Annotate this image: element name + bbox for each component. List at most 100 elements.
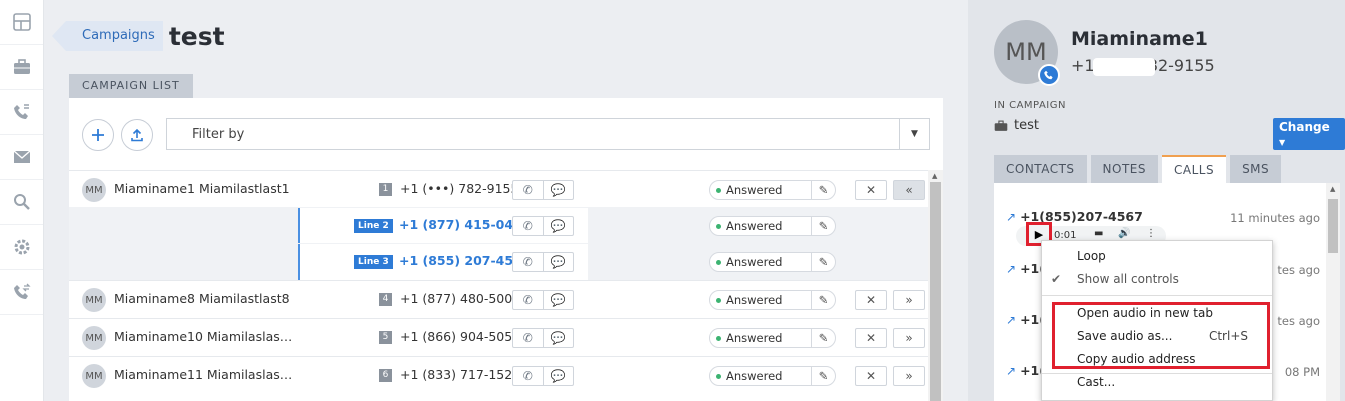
phone-number[interactable]: +1 (877) 415-0416 xyxy=(399,217,530,232)
highlight-box xyxy=(1052,302,1270,369)
double-chevron-right-icon: » xyxy=(905,331,913,345)
status-dot xyxy=(716,298,721,303)
settings-icon xyxy=(14,239,29,255)
tab-notes[interactable]: NOTES xyxy=(1090,155,1158,183)
upload-button[interactable] xyxy=(121,119,153,151)
line-count-badge: 6 xyxy=(379,369,392,382)
scroll-thumb[interactable] xyxy=(930,182,941,401)
row-actions: ✆ 💬 xyxy=(512,180,574,200)
phone-number[interactable]: +1 (877) 480-5002 xyxy=(400,291,520,306)
row-actions: ✆ 💬 xyxy=(512,328,574,348)
menu-divider xyxy=(1042,295,1272,296)
table-row[interactable]: MM Miaminame8 Miamilastlast8 4 +1 (877) … xyxy=(69,280,928,318)
scroll-up-icon[interactable]: ▲ xyxy=(932,172,937,180)
phone-number[interactable]: +1 (855) 207-4567 xyxy=(399,253,530,268)
call-time: 08 PM xyxy=(1284,365,1320,379)
expand-button[interactable]: » xyxy=(893,328,925,348)
more-options-icon[interactable]: ⋮ xyxy=(1146,228,1156,239)
tab-campaign-list[interactable]: CAMPAIGN LIST xyxy=(69,74,193,98)
scroll-up-icon[interactable]: ▲ xyxy=(1330,185,1335,193)
plus-icon xyxy=(92,129,104,141)
collapse-button[interactable]: « xyxy=(893,180,925,200)
call-item[interactable]: ↗ +1(855)207-4567 11 minutes ago xyxy=(1006,209,1326,225)
menu-item-show-all-controls[interactable]: ✔ Show all controls xyxy=(1042,268,1272,290)
remove-button[interactable]: ✕ xyxy=(855,366,887,386)
sms-icon[interactable]: 💬 xyxy=(542,291,574,309)
search-icon xyxy=(13,194,30,210)
status-badge: Answered ✎ xyxy=(709,328,836,348)
remove-button[interactable]: ✕ xyxy=(855,290,887,310)
remove-button[interactable]: ✕ xyxy=(855,328,887,348)
nav-calls[interactable] xyxy=(0,90,43,135)
outgoing-call-icon: ↗ xyxy=(1006,262,1017,276)
nav-dashboard[interactable] xyxy=(0,0,43,45)
call-icon[interactable]: ✆ xyxy=(513,329,543,347)
scroll-thumb[interactable] xyxy=(1328,199,1338,253)
call-icon[interactable]: ✆ xyxy=(513,181,543,199)
contact-name[interactable]: Miaminame1 Miamilastlast1 xyxy=(114,181,290,196)
close-icon: ✕ xyxy=(865,183,877,197)
change-campaign-button[interactable]: Change ▼ xyxy=(1273,118,1345,150)
line-entry[interactable]: Line 2 +1 (877) 415-0416 ✆ 💬 xyxy=(298,208,588,244)
contact-name[interactable]: Miaminame10 Miamilaslas… xyxy=(114,329,292,344)
call-transfer-icon xyxy=(13,283,31,299)
tab-sms[interactable]: SMS xyxy=(1230,155,1282,183)
dashboard-icon xyxy=(12,13,31,31)
phone-number[interactable]: +1 (•••) 782-9155 xyxy=(400,181,518,196)
edit-icon[interactable]: ✎ xyxy=(811,181,835,199)
nav-search[interactable] xyxy=(0,180,43,225)
nav-mail[interactable] xyxy=(0,135,43,180)
table-row[interactable]: MM Miaminame11 Miamilaslas… 6 +1 (833) 7… xyxy=(69,356,928,394)
progress-bar-icon[interactable]: ▬ xyxy=(1094,228,1103,239)
call-icon[interactable]: ✆ xyxy=(513,253,543,271)
sms-icon[interactable]: 💬 xyxy=(542,181,574,199)
sms-icon[interactable]: 💬 xyxy=(542,217,574,235)
call-icon[interactable]: ✆ xyxy=(513,367,543,385)
status-dot xyxy=(716,224,721,229)
call-icon[interactable]: ✆ xyxy=(513,291,543,309)
expand-button[interactable]: » xyxy=(893,366,925,386)
edit-icon[interactable]: ✎ xyxy=(811,329,835,347)
sub-row: Line 2 +1 (877) 415-0416 ✆ 💬 Answered ✎ xyxy=(69,207,928,245)
edit-icon[interactable]: ✎ xyxy=(811,253,835,271)
contact-name[interactable]: Miaminame8 Miamilastlast8 xyxy=(114,291,290,306)
caret-down-icon[interactable]: ▼ xyxy=(899,119,929,149)
caret-down-icon: ▼ xyxy=(1279,138,1286,147)
outgoing-call-icon: ↗ xyxy=(1006,210,1017,224)
nav-settings[interactable] xyxy=(0,225,43,270)
list-scrollbar[interactable]: ▲ xyxy=(928,170,943,401)
edit-icon[interactable]: ✎ xyxy=(811,217,835,235)
status-dot xyxy=(716,188,721,193)
remove-button[interactable]: ✕ xyxy=(855,180,887,200)
breadcrumb-campaigns-link[interactable]: Campaigns xyxy=(52,21,163,51)
status-badge: Answered ✎ xyxy=(709,180,836,200)
table-row[interactable]: MM Miaminame1 Miamilastlast1 1 +1 (•••) … xyxy=(69,170,928,208)
sms-icon[interactable]: 💬 xyxy=(542,329,574,347)
status-text: Answered xyxy=(726,183,783,197)
line-badge: Line 2 xyxy=(354,219,393,233)
filter-dropdown[interactable]: ▼ xyxy=(166,118,930,150)
nav-campaigns[interactable] xyxy=(0,45,43,90)
sms-icon[interactable]: 💬 xyxy=(542,253,574,271)
filter-input[interactable] xyxy=(167,119,887,149)
contact-name[interactable]: Miaminame11 Miamilaslas… xyxy=(114,367,292,382)
check-icon: ✔ xyxy=(1051,272,1062,286)
edit-icon[interactable]: ✎ xyxy=(811,291,835,309)
tab-contacts[interactable]: CONTACTS xyxy=(994,155,1087,183)
menu-item-cast[interactable]: Cast... xyxy=(1042,371,1272,393)
phone-number[interactable]: +1 (866) 904-5059 xyxy=(400,329,520,344)
line-entry[interactable]: Line 3 +1 (855) 207-4567 ✆ 💬 xyxy=(298,244,588,280)
phone-number[interactable]: +1 (833) 717-1528 xyxy=(400,367,520,382)
add-button[interactable] xyxy=(82,119,114,151)
menu-item-loop[interactable]: Loop xyxy=(1042,245,1272,267)
nav-call-transfer[interactable] xyxy=(0,270,43,315)
table-row[interactable]: MM Miaminame10 Miamilaslas… 5 +1 (866) 9… xyxy=(69,318,928,356)
tab-calls[interactable]: CALLS xyxy=(1161,155,1227,183)
expand-button[interactable]: » xyxy=(893,290,925,310)
volume-icon[interactable]: 🔊 xyxy=(1118,228,1130,239)
campaign-rows: MM Miaminame1 Miamilastlast1 1 +1 (•••) … xyxy=(69,170,928,401)
sms-icon[interactable]: 💬 xyxy=(542,367,574,385)
calls-scrollbar[interactable]: ▲ xyxy=(1326,183,1340,401)
edit-icon[interactable]: ✎ xyxy=(811,367,835,385)
call-icon[interactable]: ✆ xyxy=(513,217,543,235)
